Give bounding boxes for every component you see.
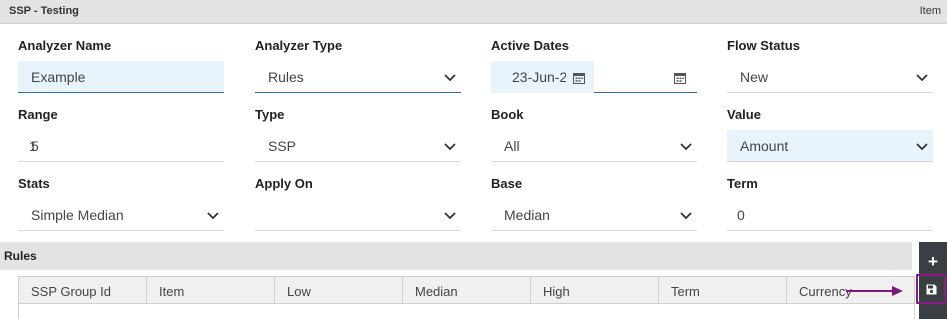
apply-on-select[interactable] [255,199,461,231]
column-header-term[interactable]: Term [659,277,787,304]
column-header-low[interactable]: Low [275,277,403,304]
base-select[interactable]: Median [491,199,697,231]
term-input[interactable]: 0 [727,199,933,231]
range-input[interactable]: 1 5 [18,130,224,162]
column-header-median[interactable]: Median [403,277,531,304]
value-value: Amount [740,138,789,154]
flow-status-label: Flow Status [727,38,800,53]
save-button[interactable] [916,274,946,304]
stats-value: Simple Median [31,207,124,223]
analyzer-type-value: Rules [268,69,304,85]
type-label: Type [255,107,285,122]
flow-status-select[interactable]: New [727,61,933,93]
range-label: Range [18,107,58,122]
chevron-down-icon [679,208,693,222]
chevron-down-icon [206,208,220,222]
column-header-high[interactable]: High [531,277,659,304]
value-select[interactable]: Amount [727,130,933,162]
annotation-arrow [846,286,903,296]
analyzer-name-label: Analyzer Name [18,38,112,53]
start-date-input[interactable]: 23-Jun-2023 [491,61,594,93]
type-select[interactable]: SSP [255,130,461,162]
active-dates-range[interactable]: 23-Jun-2023 [491,61,697,93]
analyzer-name-input[interactable]: Example [18,61,224,93]
chevron-down-icon [679,139,693,153]
chevron-down-icon [443,70,457,84]
chevron-down-icon [443,208,457,222]
range-to-value: 5 [31,138,39,154]
calendar-icon[interactable] [573,71,585,84]
value-label: Value [727,107,761,122]
stats-select[interactable]: Simple Median [18,199,224,231]
save-icon [926,284,937,295]
header-right-label: Item [919,5,941,17]
rules-grid: SSP Group Id Item Low Median High Term C… [18,276,915,319]
analyzer-type-label: Analyzer Type [255,38,343,53]
window-title-bar: SSP - Testing Item [0,0,947,24]
base-label: Base [491,176,523,191]
column-header-ssp-group-id[interactable]: SSP Group Id [19,277,147,304]
rules-grid-header: SSP Group Id Item Low Median High Term C… [19,276,914,304]
calendar-icon[interactable] [674,71,686,84]
stats-label: Stats [18,176,50,191]
book-label: Book [491,107,524,122]
chevron-down-icon [915,139,929,153]
rules-section-header: Rules [0,242,912,270]
type-value: SSP [268,138,297,154]
analyzer-name-value: Example [31,69,86,85]
window-title: SSP - Testing [9,5,79,17]
active-dates-label: Active Dates [491,38,570,53]
add-rule-button[interactable]: + [919,252,947,272]
term-label: Term [727,176,758,191]
apply-on-label: Apply On [255,176,313,191]
chevron-down-icon [443,139,457,153]
column-header-item[interactable]: Item [147,277,275,304]
start-date-value: 23-Jun-2023 [512,69,566,85]
term-value: 0 [737,207,745,223]
base-value: Median [504,207,550,223]
book-select[interactable]: All [491,130,697,162]
chevron-down-icon [915,70,929,84]
book-value: All [504,138,520,154]
flow-status-value: New [740,69,769,85]
rules-title: Rules [4,249,37,263]
analyzer-form: Analyzer Name Example Analyzer Type Rule… [0,24,947,238]
analyzer-type-select[interactable]: Rules [255,61,461,93]
